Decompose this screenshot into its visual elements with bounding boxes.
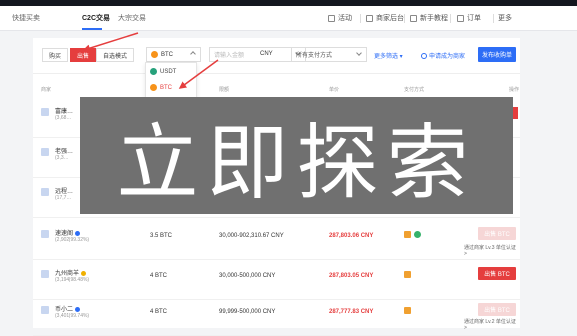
coin-option-label: BTC xyxy=(160,84,172,91)
avatar xyxy=(41,148,49,156)
publish-buy-order-button[interactable]: 发布收购单 xyxy=(478,47,516,62)
merchant-backend-link[interactable]: 商家后台 xyxy=(366,13,404,23)
merchant-name[interactable]: 远程… xyxy=(55,186,73,195)
avatar xyxy=(41,270,49,278)
btc-coin-icon xyxy=(151,51,158,58)
document-icon xyxy=(457,14,464,22)
chevron-up-icon xyxy=(190,51,196,57)
coin-option-btc[interactable]: BTC xyxy=(150,84,172,91)
merchant-stats: (2,902|99.32%) xyxy=(55,237,90,243)
coin-option-label: USDT xyxy=(160,68,177,75)
calendar-icon xyxy=(328,14,335,22)
merchant-name[interactable]: 九州商羊 xyxy=(55,268,87,277)
coin-option-usdt[interactable]: USDT xyxy=(150,68,176,75)
active-tab-indicator xyxy=(82,28,102,30)
store-icon xyxy=(366,14,373,22)
more-filter-label: 更多筛选 xyxy=(374,54,399,60)
currency-select[interactable]: CNY xyxy=(260,51,273,57)
avatar xyxy=(41,108,49,116)
bank-card-icon xyxy=(404,307,411,314)
sell-button-partial[interactable] xyxy=(513,107,518,119)
orders-label: 订单 xyxy=(467,15,481,22)
quantity-value: 4 BTC xyxy=(150,309,168,315)
tutorial-link[interactable]: 新手教程 xyxy=(410,13,448,23)
header-limit: 限额 xyxy=(219,87,230,93)
table-header: 商家 数量 限额 单价 支付方式 操作 xyxy=(33,84,520,96)
quantity-value: 3.5 BTC xyxy=(150,233,173,239)
tab-block-trade[interactable]: 大宗交易 xyxy=(118,13,146,23)
nav-divider xyxy=(493,14,494,23)
nav-divider xyxy=(450,14,451,23)
usdt-coin-icon xyxy=(150,68,157,75)
header-price: 单价 xyxy=(329,87,340,93)
verified-icon xyxy=(75,306,81,312)
mode-toggle[interactable]: 自选模式 xyxy=(96,48,134,62)
merchant-name[interactable]: 速速阁 xyxy=(55,228,81,237)
merchant-backend-label: 商家后台 xyxy=(376,15,404,22)
header-action: 操作 xyxy=(509,87,520,93)
avatar xyxy=(41,188,49,196)
apply-merchant-link[interactable]: 申请成为商家 xyxy=(421,51,465,60)
merchant-stats: (3,401|99.74%) xyxy=(55,313,90,319)
table-row: 币小二 (3,401|99.74%) 4 BTC 99,999-500,000 … xyxy=(33,296,520,336)
table-row: 九州商羊 (3,194|98.48%) 4 BTC 30,000-500,000… xyxy=(33,260,520,300)
coin-dropdown-menu: USDT BTC xyxy=(145,62,197,98)
more-label: 更多 xyxy=(498,15,512,22)
check-circle-icon xyxy=(421,52,427,59)
verified-icon xyxy=(75,230,81,236)
merchant-name[interactable]: 币小二 xyxy=(55,304,81,313)
merchant-stats: (3,194|98.48%) xyxy=(55,277,90,283)
payment-select[interactable]: 所有支付方式 xyxy=(291,47,367,62)
sell-toggle[interactable]: 出售 xyxy=(70,48,96,62)
header-merchant: 商家 xyxy=(41,87,52,93)
orders-link[interactable]: 订单 xyxy=(457,13,481,23)
price-value: 287,777.83 CNY xyxy=(329,309,374,315)
tutorial-label: 新手教程 xyxy=(420,15,448,22)
requirement-text[interactable]: 通过商家 Lv.3 单位认证 > xyxy=(464,244,520,257)
payment-select-value: 所有支付方式 xyxy=(296,53,333,59)
merchant-name[interactable]: 富康… xyxy=(55,106,73,115)
price-value: 287,803.06 CNY xyxy=(329,233,374,239)
activity-label: 活动 xyxy=(338,15,352,22)
diamond-badge-icon xyxy=(81,270,87,276)
merchant-stats: (17,7… xyxy=(55,195,72,201)
book-icon xyxy=(410,14,417,22)
merchant-name[interactable]: 老强… xyxy=(55,146,73,155)
more-filter-link[interactable]: 更多筛选 ▾ xyxy=(374,51,403,60)
limit-value: 30,000-902,310.67 CNY xyxy=(219,233,284,239)
coin-select[interactable]: BTC xyxy=(146,47,201,62)
nav-divider xyxy=(404,14,405,23)
requirement-text[interactable]: 通过商家 Lv.2 单位认证 > xyxy=(464,318,520,331)
top-nav: 快捷买卖 C2C交易 大宗交易 活动 商家后台 新手教程 订单 更多 xyxy=(0,6,577,31)
buy-toggle[interactable]: 购买 xyxy=(42,48,68,62)
sell-button[interactable]: 出售 BTC xyxy=(478,267,516,280)
merchant-stats: (3,68… xyxy=(55,115,72,121)
limit-value: 30,000-500,000 CNY xyxy=(219,273,276,279)
price-value: 287,803.05 CNY xyxy=(329,273,374,279)
tab-c2c[interactable]: C2C交易 xyxy=(82,13,110,23)
filter-bar: 购买 出售 自选模式 BTC 请输入金额 CNY 所有支付方式 更多筛选 ▾ 申… xyxy=(33,38,520,74)
avatar xyxy=(41,230,49,238)
limit-value: 99,999-500,000 CNY xyxy=(219,309,276,315)
btc-coin-icon xyxy=(150,84,157,91)
wechat-pay-icon xyxy=(414,231,421,238)
coin-select-value: BTC xyxy=(161,51,173,58)
nav-divider xyxy=(360,14,361,23)
merchant-stats: (3,3… xyxy=(55,155,69,161)
watermark-text: 立即探索 xyxy=(116,116,477,211)
sell-button[interactable]: 出售 BTC xyxy=(478,227,516,240)
apply-merchant-label: 申请成为商家 xyxy=(429,54,466,60)
activity-link[interactable]: 活动 xyxy=(328,13,352,23)
avatar xyxy=(41,306,49,314)
header-payment: 支付方式 xyxy=(404,87,425,93)
chevron-down-icon xyxy=(356,50,362,56)
table-row: 速速阁 (2,902|99.32%) 3.5 BTC 30,000-902,31… xyxy=(33,220,520,260)
bank-card-icon xyxy=(404,271,411,278)
bank-card-icon xyxy=(404,231,411,238)
more-link[interactable]: 更多 xyxy=(498,13,512,23)
quantity-value: 4 BTC xyxy=(150,273,168,279)
tab-quick-trade[interactable]: 快捷买卖 xyxy=(12,13,40,23)
amount-placeholder: 请输入金额 xyxy=(214,53,245,59)
sell-button[interactable]: 出售 BTC xyxy=(478,303,516,316)
